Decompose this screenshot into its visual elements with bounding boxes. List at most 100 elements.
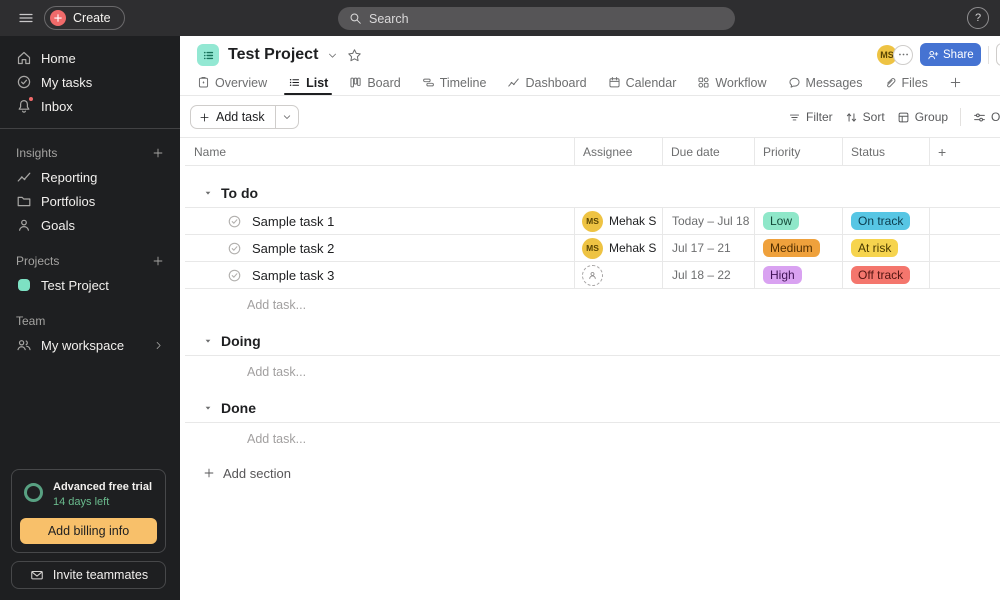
timeline-icon xyxy=(422,76,435,89)
due-date-cell[interactable]: Today – Jul 18 xyxy=(663,208,755,234)
sidebar-item-test-project[interactable]: Test Project xyxy=(0,273,180,297)
sidebar-item-inbox[interactable]: Inbox xyxy=(0,94,180,118)
sidebar: Home My tasks Inbox Insights Reporting P… xyxy=(0,36,180,600)
sidebar-item-portfolios[interactable]: Portfolios xyxy=(0,189,180,213)
trial-title: Advanced free trial xyxy=(53,481,153,493)
help-button[interactable]: ? xyxy=(967,7,989,29)
create-button[interactable]: Create xyxy=(44,6,125,30)
toolbar-divider xyxy=(960,108,962,126)
plus-icon xyxy=(949,76,962,89)
workflow-icon xyxy=(697,76,710,89)
sidebar-item-my-tasks[interactable]: My tasks xyxy=(0,70,180,94)
status-cell[interactable]: On track xyxy=(843,208,930,234)
tab-dashboard[interactable]: Dashboard xyxy=(507,70,587,95)
chevron-right-icon xyxy=(153,340,164,351)
add-section-button[interactable]: Add section xyxy=(185,460,1000,486)
tab-files[interactable]: Files xyxy=(884,70,928,95)
filter-button[interactable]: Filter xyxy=(788,110,833,124)
sidebar-item-my-workspace[interactable]: My workspace xyxy=(0,333,180,357)
priority-badge: Low xyxy=(763,212,800,230)
sidebar-section-team: Team xyxy=(16,314,46,328)
sidebar-item-goals[interactable]: Goals xyxy=(0,213,180,237)
task-name[interactable]: Sample task 2 xyxy=(252,241,334,256)
board-icon xyxy=(349,76,362,89)
tab-workflow[interactable]: Workflow xyxy=(697,70,767,95)
status-cell[interactable]: Off track xyxy=(843,262,930,288)
assignee-cell[interactable]: MS Mehak S xyxy=(575,208,663,234)
priority-cell[interactable]: Low xyxy=(755,208,843,234)
add-column-button[interactable]: + xyxy=(930,138,1000,165)
chevron-down-icon[interactable] xyxy=(327,50,338,61)
tab-board[interactable]: Board xyxy=(349,70,401,95)
project-icon xyxy=(197,44,219,66)
column-header-status[interactable]: Status xyxy=(843,138,930,165)
sidebar-item-home[interactable]: Home xyxy=(0,46,180,70)
add-icon[interactable] xyxy=(152,255,164,267)
overview-icon xyxy=(197,76,210,89)
task-row-sample-task-1[interactable]: Sample task 1 MS Mehak S Today – Jul 18 L… xyxy=(185,208,1000,235)
add-task-row[interactable]: Add task... xyxy=(185,423,1000,454)
section-header[interactable]: Done xyxy=(185,393,1000,423)
collapse-triangle-icon[interactable] xyxy=(203,403,213,413)
due-date-cell[interactable]: Jul 17 – 21 xyxy=(663,235,755,261)
task-check-icon[interactable] xyxy=(227,268,242,283)
add-task-dropdown-button[interactable] xyxy=(276,106,298,128)
due-date-cell[interactable]: Jul 18 – 22 xyxy=(663,262,755,288)
customize-button[interactable]: Customize xyxy=(995,43,1000,66)
tab-messages[interactable]: Messages xyxy=(788,70,863,95)
invite-teammates-button[interactable]: Invite teammates xyxy=(11,561,166,589)
check-circle-icon xyxy=(16,74,32,90)
assignee-name: Mehak S xyxy=(609,214,657,228)
tab-add[interactable] xyxy=(949,70,962,95)
tab-list[interactable]: List xyxy=(284,70,333,95)
search-bar[interactable] xyxy=(338,7,735,30)
trial-progress-ring-icon xyxy=(24,483,43,502)
sliders-icon xyxy=(973,111,986,124)
task-name[interactable]: Sample task 3 xyxy=(252,268,334,283)
project-color-swatch xyxy=(18,279,30,291)
collapse-triangle-icon[interactable] xyxy=(203,336,213,346)
tab-calendar[interactable]: Calendar xyxy=(608,70,676,95)
column-header-assignee[interactable]: Assignee xyxy=(575,138,663,165)
add-task-button[interactable]: Add task xyxy=(191,106,276,128)
dots-icon xyxy=(897,48,910,61)
section-doing: Doing Add task... xyxy=(185,326,1000,387)
add-icon[interactable] xyxy=(152,147,164,159)
section-header[interactable]: To do xyxy=(185,178,1000,208)
section-to-do: To do Sample task 1 MS Mehak S Today – Ju… xyxy=(185,178,1000,320)
assignee-cell[interactable]: MS Mehak S xyxy=(575,235,663,261)
column-header-name[interactable]: Name xyxy=(185,138,575,165)
hamburger-menu-icon[interactable] xyxy=(18,10,34,26)
group-button[interactable]: Group xyxy=(897,110,948,124)
sidebar-item-reporting[interactable]: Reporting xyxy=(0,165,180,189)
status-badge: At risk xyxy=(851,239,899,257)
priority-cell[interactable]: High xyxy=(755,262,843,288)
more-members-button[interactable] xyxy=(893,44,913,65)
priority-cell[interactable]: Medium xyxy=(755,235,843,261)
collapse-triangle-icon[interactable] xyxy=(203,188,213,198)
task-name[interactable]: Sample task 1 xyxy=(252,214,334,229)
task-check-icon[interactable] xyxy=(227,241,242,256)
sidebar-groups: Insights Reporting Portfolios Goals Proj… xyxy=(0,141,180,357)
tab-timeline[interactable]: Timeline xyxy=(422,70,486,95)
share-button[interactable]: Share xyxy=(920,43,981,66)
sort-button[interactable]: Sort xyxy=(845,110,885,124)
add-task-row[interactable]: Add task... xyxy=(185,356,1000,387)
calendar-icon xyxy=(608,76,621,89)
task-row-sample-task-2[interactable]: Sample task 2 MS Mehak S Jul 17 – 21 Medi… xyxy=(185,235,1000,262)
topbar: Create ? xyxy=(0,0,1000,36)
task-check-icon[interactable] xyxy=(227,214,242,229)
status-cell[interactable]: At risk xyxy=(843,235,930,261)
section-header[interactable]: Doing xyxy=(185,326,1000,356)
add-billing-info-button[interactable]: Add billing info xyxy=(20,518,157,544)
column-header-due-date[interactable]: Due date xyxy=(663,138,755,165)
options-button[interactable]: Options xyxy=(973,110,1000,124)
search-input[interactable] xyxy=(369,11,699,26)
unassigned-avatar-icon xyxy=(582,264,603,286)
star-icon[interactable] xyxy=(347,48,362,63)
tab-overview[interactable]: Overview xyxy=(197,70,267,95)
add-task-row[interactable]: Add task... xyxy=(185,289,1000,320)
task-row-sample-task-3[interactable]: Sample task 3 Jul 18 – 22 High Off track xyxy=(185,262,1000,289)
column-header-priority[interactable]: Priority xyxy=(755,138,843,165)
assignee-cell[interactable] xyxy=(575,262,663,288)
